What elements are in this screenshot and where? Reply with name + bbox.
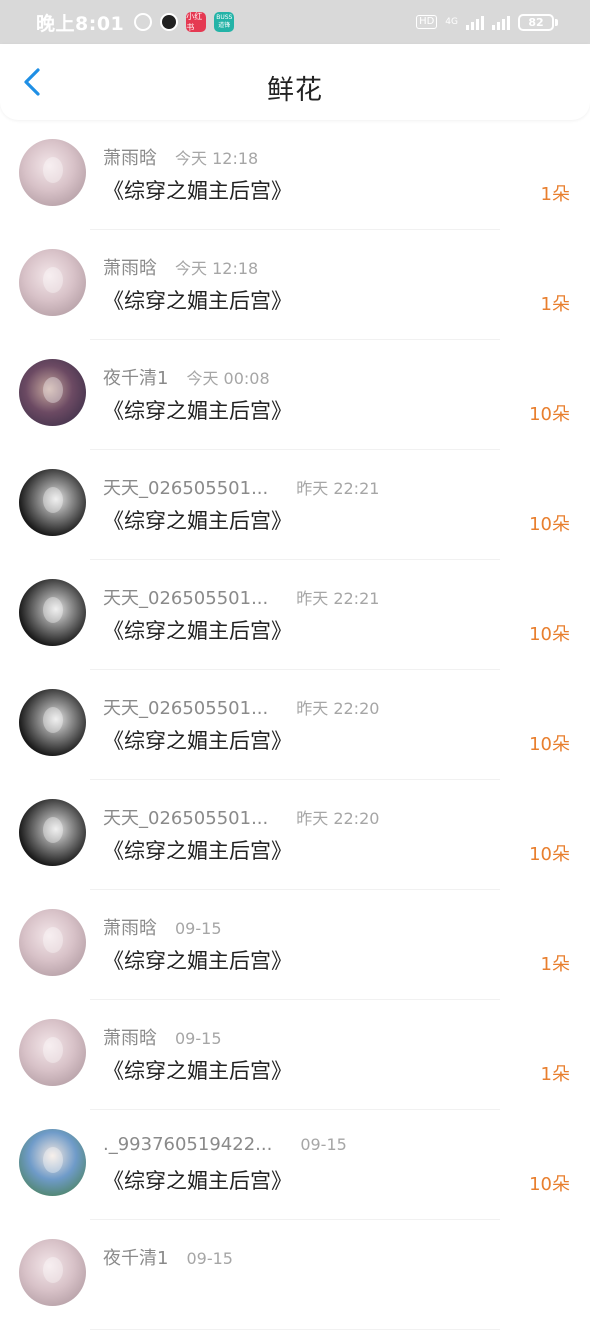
battery-tip <box>555 18 558 26</box>
item-time: 09-15 <box>300 1135 347 1154</box>
list-item[interactable]: 萧雨晗 今天 12:18 《综穿之媚主后宫》 1朵 <box>0 120 590 230</box>
book-title: 《综穿之媚主后宫》 <box>103 399 292 423</box>
user-name[interactable]: 萧雨晗 <box>103 1024 157 1050</box>
flower-count: 1朵 <box>540 294 570 315</box>
flower-count: 10朵 <box>529 844 570 865</box>
book-title: 《综穿之媚主后宫》 <box>103 289 292 313</box>
book-title: 《综穿之媚主后宫》 <box>103 179 292 203</box>
user-name[interactable]: 夜千清1 <box>103 364 168 390</box>
alarm-icon <box>134 13 153 31</box>
list-item[interactable]: 天天_026505501... 昨天 22:21 《综穿之媚主后宫》 10朵 <box>0 450 590 560</box>
book-title: 《综穿之媚主后宫》 <box>103 509 292 533</box>
flower-count: 10朵 <box>529 624 570 645</box>
avatar[interactable] <box>19 1239 86 1306</box>
list-item[interactable]: 天天_026505501... 昨天 22:20 《综穿之媚主后宫》 10朵 <box>0 780 590 890</box>
page-title: 鲜花 <box>267 75 323 106</box>
book-title: 《综穿之媚主后宫》 <box>103 729 292 753</box>
item-meta: 天天_026505501... 昨天 22:21 <box>103 584 379 610</box>
book-title: 《综穿之媚主后宫》 <box>103 949 292 973</box>
list-item[interactable]: 天天_026505501... 昨天 22:21 《综穿之媚主后宫》 10朵 <box>0 560 590 670</box>
item-meta: 萧雨晗 今天 12:18 <box>103 144 258 170</box>
item-meta: 夜千清1 今天 00:08 <box>103 364 270 390</box>
item-time: 09-15 <box>175 919 222 938</box>
user-name[interactable]: 夜千清1 <box>103 1244 168 1270</box>
flower-count: 1朵 <box>540 954 570 975</box>
list-item[interactable]: 夜千清1 09-15 <box>0 1220 590 1330</box>
flower-count: 10朵 <box>529 404 570 425</box>
item-time: 昨天 22:20 <box>296 809 380 828</box>
battery-icon: 82 <box>518 13 554 31</box>
flower-list: 萧雨晗 今天 12:18 《综穿之媚主后宫》 1朵 萧雨晗 今天 12:18 《… <box>0 120 590 1330</box>
flower-count: 10朵 <box>529 514 570 535</box>
avatar[interactable] <box>19 689 86 756</box>
avatar[interactable] <box>19 1129 86 1196</box>
avatar[interactable] <box>19 139 86 206</box>
item-meta: 萧雨晗 09-15 <box>103 914 222 940</box>
item-meta: 夜千清1 09-15 <box>103 1244 233 1270</box>
book-title: 《综穿之媚主后宫》 <box>103 1169 292 1193</box>
avatar[interactable] <box>19 909 86 976</box>
item-meta: ._993760519422... 09-15 <box>103 1134 347 1155</box>
red-app-icon: 小红书 <box>186 12 207 32</box>
header-bar: 鲜花 <box>0 44 590 120</box>
user-name[interactable]: 萧雨晗 <box>103 914 157 940</box>
avatar[interactable] <box>19 1019 86 1086</box>
avatar[interactable] <box>19 579 86 646</box>
user-name[interactable]: ._993760519422... <box>103 1134 272 1155</box>
list-item[interactable]: 萧雨晗 09-15 《综穿之媚主后宫》 1朵 <box>0 890 590 1000</box>
flower-count: 1朵 <box>540 1064 570 1085</box>
app-notification-icon <box>160 13 179 31</box>
item-meta: 天天_026505501... 昨天 22:21 <box>103 474 379 500</box>
network-type: 4G <box>445 17 458 27</box>
item-time: 09-15 <box>186 1249 233 1268</box>
avatar[interactable] <box>19 359 86 426</box>
item-time: 昨天 22:21 <box>296 589 380 608</box>
teal-app-icon: BUSS 道锋 <box>214 12 235 32</box>
flower-count: 10朵 <box>529 734 570 755</box>
item-time: 今天 12:18 <box>175 259 259 278</box>
avatar[interactable] <box>19 799 86 866</box>
book-title: 《综穿之媚主后宫》 <box>103 839 292 863</box>
flower-count: 10朵 <box>529 1174 570 1195</box>
list-item[interactable]: 天天_026505501... 昨天 22:20 《综穿之媚主后宫》 10朵 <box>0 670 590 780</box>
avatar[interactable] <box>19 469 86 536</box>
book-title: 《综穿之媚主后宫》 <box>103 619 292 643</box>
item-meta: 天天_026505501... 昨天 22:20 <box>103 694 379 720</box>
list-item[interactable]: 夜千清1 今天 00:08 《综穿之媚主后宫》 10朵 <box>0 340 590 450</box>
list-item[interactable]: 萧雨晗 09-15 《综穿之媚主后宫》 1朵 <box>0 1000 590 1110</box>
item-time: 今天 00:08 <box>186 369 270 388</box>
user-name[interactable]: 天天_026505501... <box>103 474 268 500</box>
status-bar: 晚上8:01 小红书 BUSS 道锋 HD 4G 82 <box>0 0 590 44</box>
list-item[interactable]: 萧雨晗 今天 12:18 《综穿之媚主后宫》 1朵 <box>0 230 590 340</box>
item-time: 昨天 22:20 <box>296 699 380 718</box>
user-name[interactable]: 天天_026505501... <box>103 584 268 610</box>
status-time: 晚上8:01 <box>36 12 125 35</box>
user-name[interactable]: 天天_026505501... <box>103 804 268 830</box>
item-time: 昨天 22:21 <box>296 479 380 498</box>
signal-icon-2 <box>492 14 510 30</box>
user-name[interactable]: 天天_026505501... <box>103 694 268 720</box>
item-meta: 天天_026505501... 昨天 22:20 <box>103 804 379 830</box>
book-title: 《综穿之媚主后宫》 <box>103 1059 292 1083</box>
item-time: 09-15 <box>175 1029 222 1048</box>
item-meta: 萧雨晗 09-15 <box>103 1024 222 1050</box>
status-right-group: HD 4G 82 <box>416 13 558 31</box>
user-name[interactable]: 萧雨晗 <box>103 254 157 280</box>
signal-icon <box>466 14 484 30</box>
item-time: 今天 12:18 <box>175 149 259 168</box>
status-notification-icons: 小红书 BUSS 道锋 <box>134 12 235 32</box>
user-name[interactable]: 萧雨晗 <box>103 144 157 170</box>
hd-icon: HD <box>416 15 438 29</box>
item-meta: 萧雨晗 今天 12:18 <box>103 254 258 280</box>
list-item[interactable]: ._993760519422... 09-15 《综穿之媚主后宫》 10朵 <box>0 1110 590 1220</box>
flower-count: 1朵 <box>540 184 570 205</box>
avatar[interactable] <box>19 249 86 316</box>
